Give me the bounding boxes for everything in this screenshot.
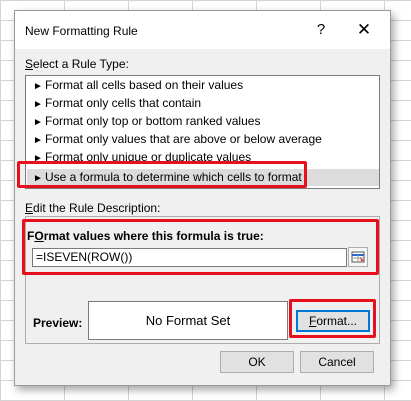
rule-type-item-top-bottom[interactable]: ► Format only top or bottom ranked values xyxy=(27,113,379,130)
cancel-button[interactable]: Cancel xyxy=(300,351,374,373)
highlight-format-button xyxy=(289,299,376,338)
rule-type-item-above-below-average[interactable]: ► Format only values that are above or be… xyxy=(27,131,379,148)
arrow-icon: ► xyxy=(33,99,43,110)
rule-type-label: Select a Rule Type: xyxy=(25,57,129,71)
dialog-title: New Formatting Rule xyxy=(25,24,138,38)
preview-label: Preview: xyxy=(33,316,83,330)
highlight-formula-area xyxy=(22,219,379,275)
spreadsheet-background: { "dialog": { "title": "New Formatting R… xyxy=(0,0,411,401)
rule-description-label: Edit the Rule Description: xyxy=(25,201,161,215)
arrow-icon: ► xyxy=(33,81,43,92)
arrow-icon: ► xyxy=(33,117,43,128)
rule-type-item-cells-contain[interactable]: ► Format only cells that contain xyxy=(27,95,379,112)
title-bar: New Formatting Rule ? ✕ xyxy=(15,11,390,49)
highlight-use-formula xyxy=(17,161,307,188)
close-icon[interactable]: ✕ xyxy=(353,19,375,41)
help-icon[interactable]: ? xyxy=(311,20,331,40)
rule-type-item-all-cells[interactable]: ► Format all cells based on their values xyxy=(27,77,379,94)
arrow-icon: ► xyxy=(33,135,43,146)
ok-button[interactable]: OK xyxy=(220,351,294,373)
preview-box: No Format Set xyxy=(88,301,288,340)
